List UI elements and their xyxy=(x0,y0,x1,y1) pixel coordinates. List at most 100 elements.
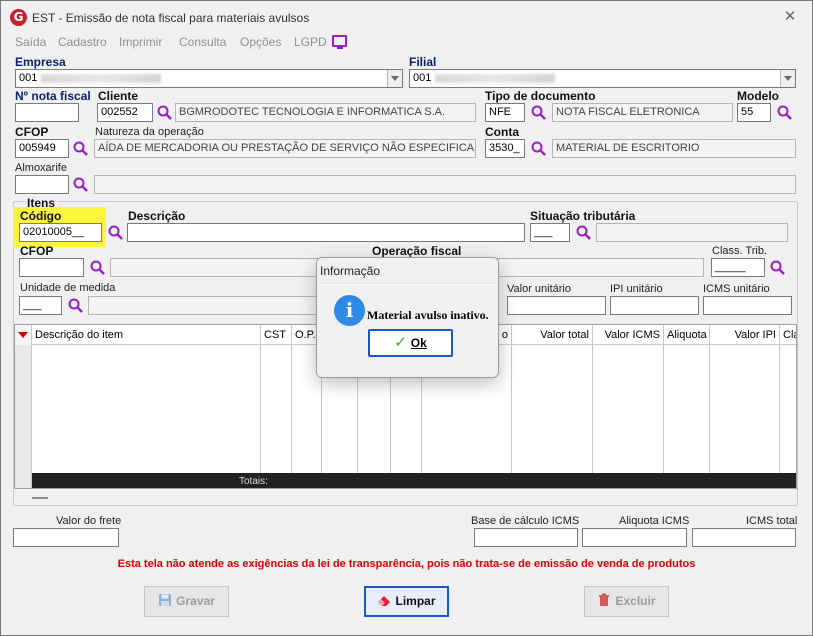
aliquota-icms-input[interactable] xyxy=(582,528,687,547)
filial-label: Filial xyxy=(409,55,437,69)
limpar-label: Limpar xyxy=(395,594,436,608)
natureza-label: Natureza da operação xyxy=(95,126,204,138)
chevron-down-icon[interactable] xyxy=(780,70,795,87)
info-dialog: Informação i Material avulso inativo. ✓ O… xyxy=(316,257,499,378)
grid-column-body xyxy=(593,345,664,473)
grid-column-body xyxy=(710,345,780,473)
ok-button[interactable]: ✓ Ok xyxy=(368,329,453,357)
grid-column-body xyxy=(664,345,710,473)
filial-value: 001 xyxy=(413,72,432,84)
search-icon[interactable] xyxy=(89,259,106,276)
valor-unitario-label: Valor unitário xyxy=(507,283,571,295)
operacao-fiscal-label: Operação fiscal xyxy=(372,244,462,258)
col-cst[interactable]: CST xyxy=(261,325,292,345)
menu-lgpd[interactable]: LGPD xyxy=(294,35,327,49)
sort-indicator-icon xyxy=(18,332,28,338)
filial-select[interactable]: 001 xyxy=(409,69,796,88)
col-class[interactable]: Cla xyxy=(780,325,796,345)
cliente-label: Cliente xyxy=(98,89,139,103)
cfop-input[interactable]: 005949 xyxy=(15,139,69,158)
search-icon[interactable] xyxy=(72,176,89,193)
grid-column-body xyxy=(32,345,261,473)
nota-fiscal-input[interactable] xyxy=(15,103,79,122)
search-icon[interactable] xyxy=(769,259,786,276)
unidade-input[interactable]: ___ xyxy=(19,296,62,315)
search-icon[interactable] xyxy=(530,104,547,121)
tipo-doc-code-input[interactable]: NFE xyxy=(485,103,525,122)
ipi-unitario-input[interactable] xyxy=(610,296,699,315)
empresa-label: Empresa xyxy=(15,55,66,69)
situacao-input[interactable]: ___ xyxy=(530,223,570,242)
menu-cadastro[interactable]: Cadastro xyxy=(58,35,107,49)
app-logo-icon: G xyxy=(10,9,27,26)
menu-imprimir[interactable]: Imprimir xyxy=(119,35,162,49)
icms-unitario-label: ICMS unitário xyxy=(703,283,770,295)
almoxarife-label: Almoxarife xyxy=(15,162,67,174)
ok-label: Ok xyxy=(410,336,427,350)
limpar-button[interactable]: Limpar xyxy=(364,586,449,617)
col-descricao-item[interactable]: Descrição do item xyxy=(32,325,261,345)
grid-totals-row: Totais: xyxy=(32,473,796,488)
menu-consulta[interactable]: Consulta xyxy=(179,35,226,49)
menu-opcoes[interactable]: Opções xyxy=(240,35,281,49)
grid-column-body xyxy=(261,345,292,473)
col-valor-total[interactable]: Valor total xyxy=(512,325,593,345)
valor-unitario-input[interactable] xyxy=(507,296,606,315)
search-icon[interactable] xyxy=(72,140,89,157)
ipi-unitario-label: IPI unitário xyxy=(610,283,663,295)
search-icon[interactable] xyxy=(530,140,547,157)
natureza-field: AÍDA DE MERCADORIA OU PRESTAÇÃO DE SERVI… xyxy=(94,139,476,158)
codigo-label: Código xyxy=(20,209,62,223)
gravar-button[interactable]: Gravar xyxy=(144,586,229,617)
search-icon[interactable] xyxy=(776,104,793,121)
search-icon[interactable] xyxy=(156,104,173,121)
search-icon[interactable] xyxy=(67,297,84,314)
class-trib-input[interactable]: _____ xyxy=(711,258,765,277)
close-window-button[interactable]: ✕ xyxy=(783,9,797,24)
col-valor-ipi[interactable]: Valor IPI xyxy=(710,325,780,345)
excluir-label: Excluir xyxy=(615,594,656,608)
grid-row-gutter xyxy=(15,345,32,488)
info-icon: i xyxy=(334,295,365,326)
col-aliquota[interactable]: Aliquota xyxy=(664,325,710,345)
codigo-input[interactable]: 02010005__ xyxy=(19,223,102,242)
dialog-body: i Material avulso inativo. ✓ Ok xyxy=(317,285,498,377)
cfop-label: CFOP xyxy=(15,125,49,139)
base-icms-input[interactable] xyxy=(474,528,578,547)
col-valor-icms[interactable]: Valor ICMS xyxy=(593,325,664,345)
cliente-code-input[interactable]: 002552 xyxy=(97,103,153,122)
frete-input[interactable] xyxy=(13,528,119,547)
modelo-input[interactable]: 55 xyxy=(737,103,771,122)
icms-total-input[interactable] xyxy=(692,528,796,547)
tipo-doc-label: Tipo de documento xyxy=(485,89,596,103)
tipo-doc-name-field: NOTA FISCAL ELETRONICA xyxy=(552,103,733,122)
descricao-label: Descrição xyxy=(128,209,186,223)
cliente-name-field: BGMRODOTEC TECNOLOGIA E INFORMATICA S.A. xyxy=(175,103,476,122)
scroll-handle[interactable] xyxy=(32,497,48,499)
monitor-icon[interactable] xyxy=(332,35,347,49)
filial-redacted xyxy=(435,73,556,83)
almoxarife-input[interactable] xyxy=(15,175,69,194)
icms-total-label: ICMS total xyxy=(746,515,798,527)
empresa-select[interactable]: 001 xyxy=(15,69,403,88)
search-icon[interactable] xyxy=(575,224,592,241)
excluir-button[interactable]: Excluir xyxy=(584,586,669,617)
grid-corner[interactable] xyxy=(15,325,32,345)
conta-code-input[interactable]: 3530_ xyxy=(485,139,525,158)
class-trib-label: Class. Trib. xyxy=(712,245,768,257)
transparency-warning: Esta tela não atende as exigências da le… xyxy=(117,558,696,570)
situacao-name-field xyxy=(596,223,788,242)
chevron-down-icon[interactable] xyxy=(387,70,402,87)
dialog-title: Informação xyxy=(317,258,498,284)
search-icon[interactable] xyxy=(107,224,124,241)
empresa-value: 001 xyxy=(19,72,38,84)
icms-unitario-input[interactable] xyxy=(703,296,792,315)
frete-label: Valor do frete xyxy=(56,515,122,527)
item-cfop-input[interactable] xyxy=(19,258,84,277)
empresa-redacted xyxy=(41,73,162,83)
menu-saida[interactable]: Saída xyxy=(15,35,46,49)
main-window: G EST - Emissão de nota fiscal para mate… xyxy=(0,0,813,636)
eraser-icon xyxy=(378,596,391,606)
conta-name-field: MATERIAL DE ESCRITORIO xyxy=(552,139,796,158)
descricao-input[interactable] xyxy=(127,223,525,242)
